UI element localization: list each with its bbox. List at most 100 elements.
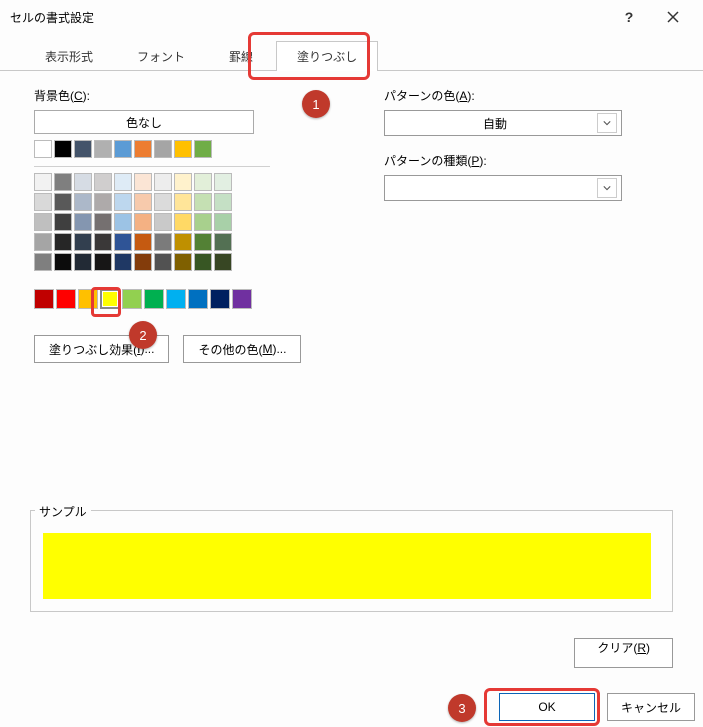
pattern-color-value: 自動	[393, 115, 597, 132]
color-swatch[interactable]	[134, 213, 152, 231]
color-swatch[interactable]	[174, 253, 192, 271]
color-swatch[interactable]	[114, 253, 132, 271]
color-swatch[interactable]	[74, 193, 92, 211]
color-swatch[interactable]	[54, 233, 72, 251]
color-swatch[interactable]	[214, 213, 232, 231]
color-swatch[interactable]	[74, 140, 92, 158]
bg-color-label: 背景色(C):	[34, 87, 344, 104]
color-swatch[interactable]	[114, 140, 132, 158]
color-swatch[interactable]	[194, 253, 212, 271]
color-swatch[interactable]	[154, 173, 172, 191]
color-swatch[interactable]	[144, 289, 164, 309]
color-swatch[interactable]	[194, 140, 212, 158]
color-swatch[interactable]	[194, 193, 212, 211]
color-swatch[interactable]	[210, 289, 230, 309]
color-swatch[interactable]	[54, 253, 72, 271]
no-color-button[interactable]: 色なし	[34, 110, 254, 134]
color-swatch[interactable]	[114, 173, 132, 191]
cancel-button[interactable]: キャンセル	[607, 693, 695, 721]
color-swatch[interactable]	[114, 233, 132, 251]
titlebar: セルの書式設定 ?	[0, 0, 703, 34]
tab-strip: 表示形式 フォント 罫線 塗りつぶし	[0, 34, 703, 70]
other-colors-button[interactable]: その他の色(M)...	[183, 335, 301, 363]
annotation-3: 3	[448, 694, 476, 722]
help-button[interactable]: ?	[607, 0, 651, 34]
color-swatch[interactable]	[154, 213, 172, 231]
pattern-type-dropdown[interactable]	[384, 175, 622, 201]
color-swatch[interactable]	[56, 289, 76, 309]
color-swatch[interactable]	[214, 253, 232, 271]
color-swatch[interactable]	[174, 140, 192, 158]
color-swatch[interactable]	[54, 193, 72, 211]
color-swatch[interactable]	[34, 213, 52, 231]
color-swatch[interactable]	[174, 193, 192, 211]
color-swatch[interactable]	[174, 233, 192, 251]
color-swatch[interactable]	[232, 289, 252, 309]
color-swatch[interactable]	[94, 173, 112, 191]
fill-effects-button[interactable]: 塗りつぶし効果(I)...	[34, 335, 169, 363]
palette-grid	[34, 173, 344, 271]
color-swatch[interactable]	[174, 213, 192, 231]
color-swatch[interactable]	[54, 140, 72, 158]
color-swatch[interactable]	[134, 193, 152, 211]
color-swatch[interactable]	[74, 213, 92, 231]
color-swatch[interactable]	[194, 213, 212, 231]
color-swatch[interactable]	[166, 289, 186, 309]
color-swatch[interactable]	[114, 193, 132, 211]
clear-button[interactable]: クリア(R)	[574, 638, 673, 668]
sample-preview	[43, 533, 651, 599]
sample-label: サンプル	[35, 503, 91, 520]
color-swatch[interactable]	[78, 289, 98, 309]
palette-divider	[34, 166, 270, 167]
tab-font[interactable]: フォント	[116, 41, 206, 71]
color-swatch[interactable]	[34, 289, 54, 309]
color-swatch[interactable]	[174, 173, 192, 191]
pattern-color-label: パターンの色(A):	[384, 87, 673, 104]
color-swatch[interactable]	[100, 289, 120, 309]
color-swatch[interactable]	[194, 173, 212, 191]
color-swatch[interactable]	[54, 213, 72, 231]
sample-section: サンプル	[30, 510, 673, 612]
color-swatch[interactable]	[134, 140, 152, 158]
color-swatch[interactable]	[154, 233, 172, 251]
color-swatch[interactable]	[94, 213, 112, 231]
color-swatch[interactable]	[34, 193, 52, 211]
color-swatch[interactable]	[114, 213, 132, 231]
color-swatch[interactable]	[214, 233, 232, 251]
color-swatch[interactable]	[74, 173, 92, 191]
color-swatch[interactable]	[122, 289, 142, 309]
color-swatch[interactable]	[134, 173, 152, 191]
color-swatch[interactable]	[94, 233, 112, 251]
color-swatch[interactable]	[154, 193, 172, 211]
color-swatch[interactable]	[34, 233, 52, 251]
color-swatch[interactable]	[194, 233, 212, 251]
color-swatch[interactable]	[94, 193, 112, 211]
color-swatch[interactable]	[34, 173, 52, 191]
close-icon	[667, 11, 679, 23]
tab-display-format[interactable]: 表示形式	[24, 41, 114, 71]
color-swatch[interactable]	[214, 173, 232, 191]
chevron-down-icon	[597, 178, 617, 198]
color-swatch[interactable]	[74, 253, 92, 271]
color-swatch[interactable]	[34, 253, 52, 271]
tab-border[interactable]: 罫線	[208, 41, 274, 71]
color-swatch[interactable]	[94, 253, 112, 271]
color-swatch[interactable]	[34, 140, 52, 158]
pattern-type-label: パターンの種類(P):	[384, 152, 673, 169]
tab-fill[interactable]: 塗りつぶし	[276, 41, 378, 71]
color-swatch[interactable]	[94, 140, 112, 158]
color-swatch[interactable]	[154, 140, 172, 158]
color-swatch[interactable]	[154, 253, 172, 271]
ok-button[interactable]: OK	[499, 693, 595, 721]
color-swatch[interactable]	[134, 253, 152, 271]
close-button[interactable]	[651, 0, 695, 34]
color-swatch[interactable]	[214, 193, 232, 211]
chevron-down-icon	[597, 113, 617, 133]
color-swatch[interactable]	[188, 289, 208, 309]
pattern-color-dropdown[interactable]: 自動	[384, 110, 622, 136]
color-swatch[interactable]	[74, 233, 92, 251]
color-swatch[interactable]	[134, 233, 152, 251]
dialog-content: 背景色(C): 色なし 塗りつぶし効果(I)... その他の色(M)... パタ…	[0, 71, 703, 363]
color-swatch[interactable]	[54, 173, 72, 191]
theme-swatch-row	[34, 140, 344, 158]
